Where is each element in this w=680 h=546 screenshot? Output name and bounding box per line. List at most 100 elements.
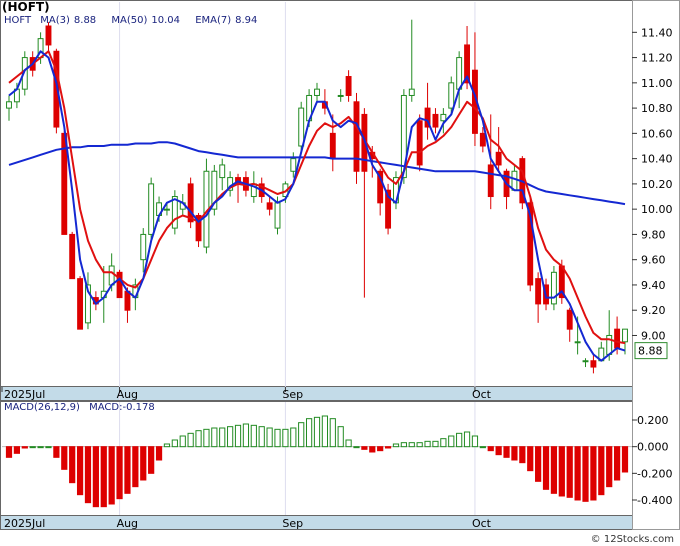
chart-symbol-title: (HOFT) xyxy=(2,0,50,14)
macd-bar-negative xyxy=(606,446,613,488)
macd-bar-positive xyxy=(171,439,178,448)
macd-bar-positive xyxy=(298,422,305,448)
legend-ma3-label: MA(3) xyxy=(40,15,70,26)
candle-down xyxy=(124,290,131,311)
macd-bar-negative xyxy=(574,446,581,501)
candle-up xyxy=(337,94,344,97)
price-y-tick-label: 10.20 xyxy=(641,178,673,191)
macd-bar-negative xyxy=(84,446,92,504)
last-price-badge-text: 8.88 xyxy=(638,345,663,358)
macd-legend-value: MACD:-0.178 xyxy=(89,402,155,413)
legend-ma50-label: MA(50) xyxy=(111,15,148,26)
macd-x-tick-label: Oct xyxy=(472,517,492,530)
price-y-tick-label: 10.00 xyxy=(641,203,673,216)
macd-bar-positive xyxy=(29,446,36,449)
macd-bar-positive xyxy=(203,428,210,448)
candle-down xyxy=(590,360,597,368)
candle-down xyxy=(614,328,621,349)
macd-bar-positive xyxy=(234,424,242,448)
candle-down xyxy=(77,278,84,330)
macd-bar-negative xyxy=(550,446,558,494)
macd-bar-positive xyxy=(353,446,360,449)
macd-bar-negative xyxy=(148,446,155,474)
macd-bar-positive xyxy=(408,442,415,448)
candle-down xyxy=(495,151,502,166)
macd-bar-negative xyxy=(100,446,107,508)
candle-up xyxy=(574,341,581,344)
macd-bar-positive xyxy=(290,427,297,448)
macd-legend: MACD(26,12,9) MACD:-0.178 xyxy=(4,402,161,413)
macd-bar-positive xyxy=(448,435,455,448)
macd-bar-positive xyxy=(424,440,431,448)
candle-up xyxy=(511,170,518,191)
macd-bar-positive xyxy=(392,443,400,448)
candle-up xyxy=(582,360,589,363)
candle-up xyxy=(440,113,447,122)
macd-bar-negative xyxy=(519,446,526,464)
macd-bar-negative xyxy=(369,446,376,453)
macd-bar-positive xyxy=(242,423,250,448)
macd-bar-negative xyxy=(21,446,28,449)
chart-canvas: 11.40 11.20 11.00 10.80 10.60 10.40 10.20 10.00… xyxy=(0,0,680,530)
price-y-tick-label: 9.00 xyxy=(641,329,666,342)
macd-bar-negative xyxy=(566,446,573,498)
price-legend: HOFT MA(3) 8.88 MA(50) 10.04 EMA(7) 8.94 xyxy=(4,15,269,26)
macd-bar-positive xyxy=(432,440,439,448)
candle-down xyxy=(432,113,439,128)
macd-legend-label: MACD(26,12,9) xyxy=(4,402,80,413)
candle-up xyxy=(219,164,226,179)
macd-bar-negative xyxy=(377,446,384,452)
macd-bar-negative xyxy=(535,446,542,482)
candle-up xyxy=(448,82,455,109)
macd-bar-negative xyxy=(511,446,518,461)
price-y-tick-label: 11.40 xyxy=(641,26,673,39)
candle-down xyxy=(479,132,486,147)
legend-ma50: MA(50) 10.04 xyxy=(111,15,186,26)
copyright-footer: © 12Stocks.com xyxy=(590,534,674,545)
legend-ema7-label: EMA(7) xyxy=(195,15,232,26)
macd-bar-positive xyxy=(463,431,471,448)
candle-down xyxy=(187,183,194,223)
macd-bar-positive xyxy=(179,435,186,448)
candle-down xyxy=(416,120,423,166)
macd-bar-positive xyxy=(258,426,265,448)
macd-x-tick-label: 2025Jul xyxy=(4,517,45,530)
macd-bar-negative xyxy=(69,446,76,484)
price-y-tick-label: 10.40 xyxy=(641,153,673,166)
candle-up xyxy=(550,271,557,305)
price-x-tick-label: Aug xyxy=(117,388,138,401)
price-y-tick-label: 9.20 xyxy=(641,304,666,317)
macd-bar-negative xyxy=(384,446,392,449)
price-date-axis-band xyxy=(0,386,633,401)
macd-bar-negative xyxy=(155,446,163,461)
macd-bar-positive xyxy=(274,428,281,448)
macd-bar-positive xyxy=(45,446,52,449)
macd-bar-positive xyxy=(313,416,321,448)
price-y-tick-label: 10.80 xyxy=(641,102,673,115)
macd-bar-negative xyxy=(558,446,565,497)
macd-y-tick-label: 0.000 xyxy=(637,441,669,454)
macd-bar-positive xyxy=(187,432,194,448)
candle-up xyxy=(148,183,155,235)
legend-ma50-value: 10.04 xyxy=(151,15,180,26)
price-y-tick-label: 9.80 xyxy=(641,228,666,241)
macd-bar-positive xyxy=(195,430,202,448)
macd-bar-positive xyxy=(400,442,407,448)
macd-bar-negative xyxy=(542,446,550,490)
macd-x-tick-label: Sep xyxy=(282,517,303,530)
macd-bar-positive xyxy=(345,439,352,448)
macd-bar-positive xyxy=(329,418,336,448)
macd-bar-positive xyxy=(321,415,329,448)
candle-up xyxy=(456,57,463,90)
macd-y-tick-label: 0.200 xyxy=(637,414,669,427)
candle-up xyxy=(164,208,170,211)
candle-up xyxy=(298,107,305,147)
candle-up xyxy=(622,328,628,343)
candle-up xyxy=(6,101,12,109)
price-x-tick-label: Oct xyxy=(472,388,492,401)
macd-bar-negative xyxy=(61,446,68,470)
candle-down xyxy=(353,101,360,172)
candle-down xyxy=(535,278,542,305)
macd-bar-positive xyxy=(440,438,447,448)
macd-y-tick-label: -0.200 xyxy=(637,467,672,480)
